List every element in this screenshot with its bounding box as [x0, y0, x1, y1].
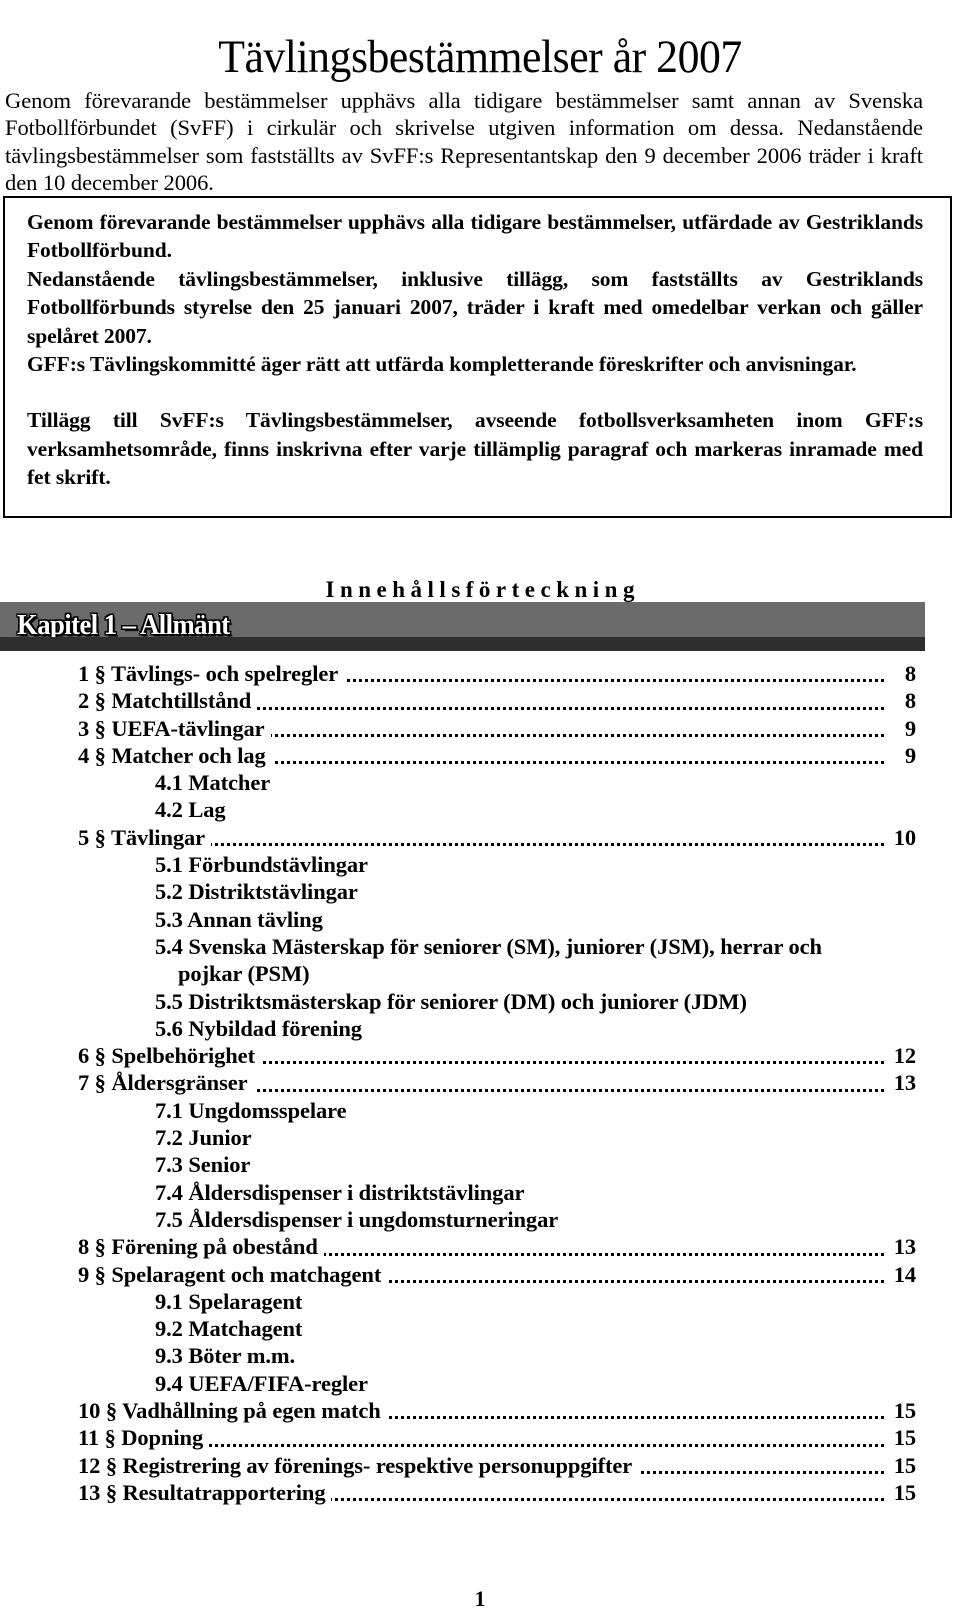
toc-entry-label: 4.2 Lag [155, 797, 232, 823]
toc-entry-label: 9.3 Böter m.m. [155, 1343, 302, 1369]
toc-entry[interactable]: 7.3 Senior [0, 1151, 960, 1178]
toc-entry[interactable]: 1 § Tävlings- och spelregler 8 [0, 660, 960, 688]
toc-entry-label: 5.1 Förbundstävlingar [155, 852, 374, 878]
toc-entry-label: 5.5 Distriktsmästerskap för seniorer (DM… [155, 988, 753, 1014]
toc-entry-label: 10 § Vadhållning på egen match [78, 1398, 387, 1424]
toc-entry-label: 7.4 Åldersdispenser i distriktstävlingar [155, 1179, 531, 1205]
toc-page-number: 9 [886, 741, 916, 770]
toc-entry-label: 2 § Matchtillstånd [78, 688, 258, 714]
toc-page-number: 15 [886, 1478, 916, 1507]
toc-page-number: 9 [886, 714, 916, 742]
toc-entry-label: 4 § Matcher och lag [78, 742, 272, 768]
toc-entry[interactable]: 6 § Spelbehörighet 12 [0, 1042, 960, 1070]
toc-entry[interactable]: 8 § Förening på obestånd 13 [0, 1233, 960, 1261]
toc-entry[interactable]: 7 § Åldersgränser 13 [0, 1069, 960, 1097]
table-of-contents: 1 § Tävlings- och spelregler 8 2 § Matchti… [0, 660, 960, 1507]
toc-entry-label: 5.6 Nybildad förening [155, 1015, 368, 1041]
page-title: Tävlingsbestämmelser år 2007 [218, 31, 742, 84]
toc-entry[interactable]: 7.2 Junior [0, 1124, 960, 1151]
toc-page-number: 15 [886, 1424, 916, 1452]
toc-page-number: 10 [886, 823, 916, 852]
toc-entry-label: 12 § Registrering av förenings- respekti… [78, 1452, 639, 1478]
toc-entry[interactable]: 9 § Spelaragent och matchagent 14 [0, 1260, 960, 1288]
toc-entry[interactable]: 7.1 Ungdomsspelare [0, 1097, 960, 1124]
toc-entry-label: 11 § Dopning [78, 1425, 210, 1451]
toc-entry[interactable]: 3 § UEFA-tävlingar 9 [0, 714, 960, 742]
toc-page-number: 8 [886, 687, 916, 715]
framed-paragraph-1: Genom förevarande bestämmelser upphävs a… [27, 210, 923, 263]
framed-paragraph-2: Nedanstående tävlingsbestämmelser, inklu… [27, 266, 923, 348]
toc-entry[interactable]: 7.4 Åldersdispenser i distriktstävlingar [0, 1179, 960, 1206]
toc-entry-label: 7.1 Ungdomsspelare [155, 1097, 353, 1123]
toc-page-number: 15 [886, 1397, 916, 1425]
toc-entry[interactable]: 4.1 Matcher [0, 769, 960, 796]
toc-entry-label: 13 § Resultatrapportering [78, 1479, 332, 1505]
toc-page-number: 13 [886, 1233, 916, 1261]
toc-entry[interactable]: 5.6 Nybildad förening [0, 1015, 960, 1042]
toc-entry-label: 7 § Åldersgränser [78, 1070, 254, 1096]
toc-entry-label: 7.2 Junior [155, 1125, 258, 1151]
toc-entry[interactable]: 9.4 UEFA/FIFA-regler [0, 1370, 960, 1397]
toc-entry[interactable]: 2 § Matchtillstånd 8 [0, 687, 960, 715]
toc-entry[interactable]: 10 § Vadhållning på egen match 15 [0, 1397, 960, 1425]
toc-entry[interactable]: 4 § Matcher och lag 9 [0, 741, 960, 770]
chapter-banner: Kapitel 1 – Allmänt [0, 602, 925, 651]
page-number-footer: 1 [474, 1586, 486, 1611]
toc-entry-label: 8 § Förening på obestånd [78, 1234, 324, 1260]
toc-entry[interactable]: 11 § Dopning 15 [0, 1424, 960, 1452]
toc-entry[interactable]: 9.3 Böter m.m. [0, 1342, 960, 1369]
intro-paragraph: Genom förevarande bestämmelser upphävs a… [5, 87, 923, 196]
framed-notice-box: Genom förevarande bestämmelser upphävs a… [3, 196, 952, 518]
toc-entry[interactable]: 5.1 Förbundstävlingar [0, 851, 960, 878]
toc-entry[interactable]: 4.2 Lag [0, 796, 960, 823]
toc-entry[interactable]: 12 § Registrering av förenings- respekti… [0, 1451, 960, 1479]
framed-paragraph-4: Tillägg till SvFF:s Tävlingsbestämmelser… [27, 408, 923, 490]
toc-entry-label: 5.3 Annan tävling [155, 906, 329, 932]
framed-notice-text: Genom förevarande bestämmelser upphävs a… [27, 208, 923, 492]
toc-entry[interactable]: 5.4 Svenska Mästerskap för seniorer (SM)… [0, 933, 960, 988]
toc-page-number: 8 [886, 660, 916, 688]
toc-entry[interactable]: 13 § Resultatrapportering 15 [0, 1478, 960, 1507]
toc-entry-label: 5.4 Svenska Mästerskap för seniorer (SM)… [155, 933, 828, 959]
toc-entry[interactable]: 5.5 Distriktsmästerskap för seniorer (DM… [0, 988, 960, 1015]
toc-entry-label: 7.5 Åldersdispenser i ungdomsturneringar [155, 1206, 565, 1232]
toc-entry-label: 9 § Spelaragent och matchagent [78, 1261, 388, 1287]
toc-entry-label-continued: pojkar (PSM) [178, 961, 310, 987]
toc-entry[interactable]: 9.2 Matchagent [0, 1315, 960, 1342]
toc-entry-label: 3 § UEFA-tävlingar [78, 715, 271, 741]
toc-entry-label: 7.3 Senior [155, 1152, 257, 1178]
framed-paragraph-3: GFF:s Tävlingskommitté äger rätt att utf… [27, 352, 857, 377]
toc-entry-label: 5.2 Distriktstävlingar [155, 879, 364, 905]
toc-entry[interactable]: 5.3 Annan tävling [0, 906, 960, 933]
toc-entry-label: 1 § Tävlings- och spelregler [78, 661, 345, 686]
toc-entry-label: 9.2 Matchagent [155, 1316, 309, 1342]
toc-page-number: 12 [886, 1042, 916, 1070]
chapter-banner-dark-band [0, 637, 925, 651]
toc-page-number: 13 [886, 1069, 916, 1097]
toc-page-number: 14 [886, 1260, 916, 1288]
toc-entry[interactable]: 7.5 Åldersdispenser i ungdomsturneringar [0, 1206, 960, 1233]
toc-heading: Innehållsförteckning [325, 577, 640, 603]
toc-entry[interactable]: 9.1 Spelaragent [0, 1288, 960, 1315]
toc-entry-label: 4.1 Matcher [155, 770, 277, 796]
toc-entry-label: 5 § Tävlingar [78, 824, 212, 850]
toc-page-number: 15 [886, 1451, 916, 1479]
toc-entry-label: 6 § Spelbehörighet [78, 1043, 261, 1069]
toc-entry[interactable]: 5 § Tävlingar 10 [0, 823, 960, 852]
toc-entry[interactable]: 5.2 Distriktstävlingar [0, 878, 960, 905]
toc-entry-label: 9.1 Spelaragent [155, 1288, 309, 1314]
toc-entry-label: 9.4 UEFA/FIFA-regler [155, 1370, 374, 1396]
